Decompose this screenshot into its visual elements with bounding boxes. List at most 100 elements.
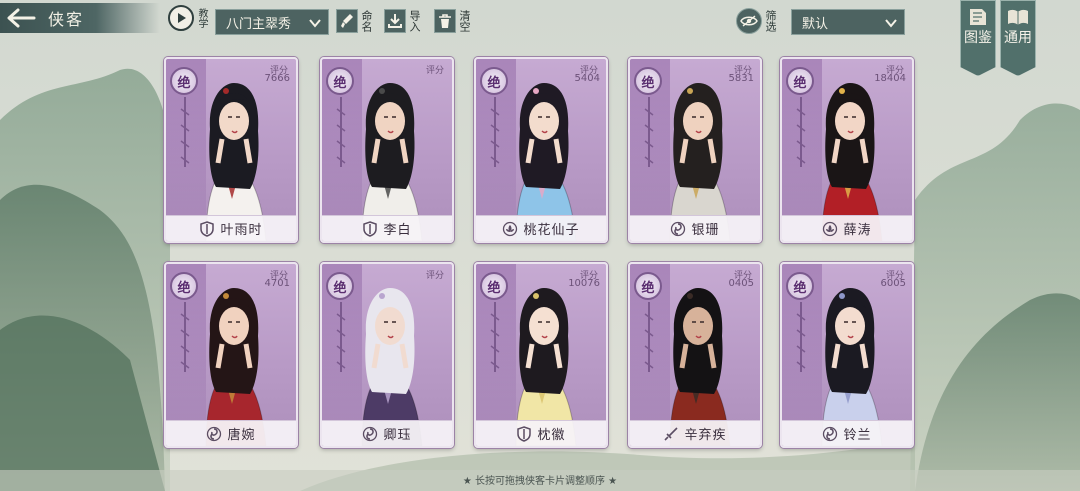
rank-badge: 绝 xyxy=(326,67,354,95)
hero-name-bar: 李白 xyxy=(322,215,452,241)
import-label: 导入 xyxy=(408,10,421,32)
swirl-icon xyxy=(671,221,686,236)
hero-name: 铃兰 xyxy=(843,428,872,443)
hero-name-bar: 铃兰 xyxy=(782,420,912,446)
rank-ribbon xyxy=(490,302,500,372)
hero-name-bar: 辛弃疾 xyxy=(630,420,760,446)
score-value: 4701 xyxy=(264,278,290,289)
rank-badge: 绝 xyxy=(634,67,662,95)
hero-name: 叶雨时 xyxy=(220,223,263,238)
filter-button[interactable]: 筛选 xyxy=(736,8,777,34)
hero-name-bar: 枕徽 xyxy=(476,420,606,446)
rename-button[interactable]: 命名 xyxy=(336,9,373,33)
page-title: 侠客 xyxy=(48,10,85,29)
hero-card[interactable]: 绝 评分 卿珏 xyxy=(320,262,454,448)
download-icon xyxy=(384,9,406,33)
filter-label: 筛选 xyxy=(764,10,777,32)
shield-icon xyxy=(517,425,532,442)
rank-ribbon xyxy=(336,302,346,372)
hero-card[interactable]: 绝 评分 5831 银珊 xyxy=(628,57,762,243)
chevron-down-icon xyxy=(309,19,321,28)
hero-card[interactable]: 绝 评分 5404 桃花仙子 xyxy=(474,57,608,243)
hero-name: 薛涛 xyxy=(843,223,872,238)
play-icon xyxy=(168,5,194,31)
rank-ribbon xyxy=(490,97,500,167)
shield-icon xyxy=(200,220,215,237)
tutorial-button[interactable]: 教学 xyxy=(168,5,207,31)
rank-ribbon xyxy=(796,302,806,372)
rank-badge: 绝 xyxy=(786,67,814,95)
lotus-icon xyxy=(503,221,518,236)
rank-ribbon xyxy=(336,97,346,167)
hero-name: 李白 xyxy=(383,223,412,238)
swirl-icon xyxy=(207,426,222,441)
hero-name-bar: 叶雨时 xyxy=(166,215,296,241)
rank-ribbon xyxy=(796,97,806,167)
sort-dropdown[interactable]: 默认 xyxy=(791,9,905,35)
score-label: 评分 xyxy=(425,66,444,76)
hero-card[interactable]: 绝 评分 18404 薛涛 xyxy=(780,57,914,243)
hero-card[interactable]: 绝 评分 6005 铃兰 xyxy=(780,262,914,448)
rank-badge: 绝 xyxy=(170,67,198,95)
hero-card[interactable]: 绝 评分 李白 xyxy=(320,57,454,243)
sort-dropdown-value: 默认 xyxy=(802,16,829,32)
hero-card[interactable]: 绝 评分 4701 唐婉 xyxy=(164,262,298,448)
hero-name: 卿珏 xyxy=(383,428,412,443)
score-value: 10076 xyxy=(568,278,600,289)
title-bar: 侠客 xyxy=(0,3,160,33)
rank-badge: 绝 xyxy=(480,272,508,300)
score-label: 评分 xyxy=(425,271,444,281)
hero-name: 辛弃疾 xyxy=(684,428,727,443)
clear-label: 清空 xyxy=(458,10,471,32)
import-button[interactable]: 导入 xyxy=(384,9,421,33)
hero-name: 桃花仙子 xyxy=(523,223,580,238)
back-arrow-icon xyxy=(7,8,36,28)
score-value: 5831 xyxy=(728,73,754,84)
hero-name-bar: 卿珏 xyxy=(322,420,452,446)
book-icon xyxy=(970,9,986,25)
hero-name-bar: 薛涛 xyxy=(782,215,912,241)
chevron-down-icon xyxy=(885,19,897,28)
eye-icon xyxy=(736,8,762,34)
drag-hint: ★ 长按可拖拽侠客卡片调整顺序 ★ xyxy=(462,476,618,487)
hero-name-bar: 唐婉 xyxy=(166,420,296,446)
score-value: 0405 xyxy=(728,278,754,289)
atlas-label: 图鉴 xyxy=(964,30,992,46)
rank-badge: 绝 xyxy=(480,67,508,95)
hero-name-bar: 桃花仙子 xyxy=(476,215,606,241)
rank-badge: 绝 xyxy=(326,272,354,300)
clear-button[interactable]: 清空 xyxy=(434,9,471,33)
rank-ribbon xyxy=(180,97,190,167)
hero-card[interactable]: 绝 评分 10076 枕徽 xyxy=(474,262,608,448)
tutorial-label: 教学 xyxy=(196,8,207,28)
open-book-icon xyxy=(1008,9,1028,25)
back-button[interactable] xyxy=(0,3,42,33)
rank-ribbon xyxy=(180,302,190,372)
rename-label: 命名 xyxy=(360,10,373,32)
sword-icon xyxy=(664,426,679,441)
rank-ribbon xyxy=(644,302,654,372)
atlas-button[interactable]: 图鉴 xyxy=(960,0,996,76)
sect-dropdown[interactable]: 八门主翠秀 xyxy=(215,9,329,35)
brush-icon xyxy=(336,9,358,33)
rank-badge: 绝 xyxy=(634,272,662,300)
hero-name: 银珊 xyxy=(691,223,720,238)
trash-icon xyxy=(434,9,456,33)
rank-ribbon xyxy=(644,97,654,167)
hero-card[interactable]: 绝 评分 0405 辛弃疾 xyxy=(628,262,762,448)
score-value: 7666 xyxy=(264,73,290,84)
swirl-icon xyxy=(363,426,378,441)
rank-badge: 绝 xyxy=(170,272,198,300)
score-value: 6005 xyxy=(880,278,906,289)
hero-name: 唐婉 xyxy=(227,428,256,443)
score-value: 18404 xyxy=(874,73,906,84)
general-button[interactable]: 通用 xyxy=(1000,0,1036,76)
lotus-icon xyxy=(823,221,838,236)
hero-name: 枕徽 xyxy=(537,428,566,443)
top-bar: 侠客 教学 八门主翠秀 命名 导入 清空 筛选 默认 图鉴 通用 xyxy=(0,0,1080,76)
hero-card[interactable]: 绝 评分 7666 叶雨时 xyxy=(164,57,298,243)
rank-badge: 绝 xyxy=(786,272,814,300)
shield-icon xyxy=(363,220,378,237)
swirl-icon xyxy=(823,426,838,441)
sect-dropdown-value: 八门主翠秀 xyxy=(226,16,292,32)
